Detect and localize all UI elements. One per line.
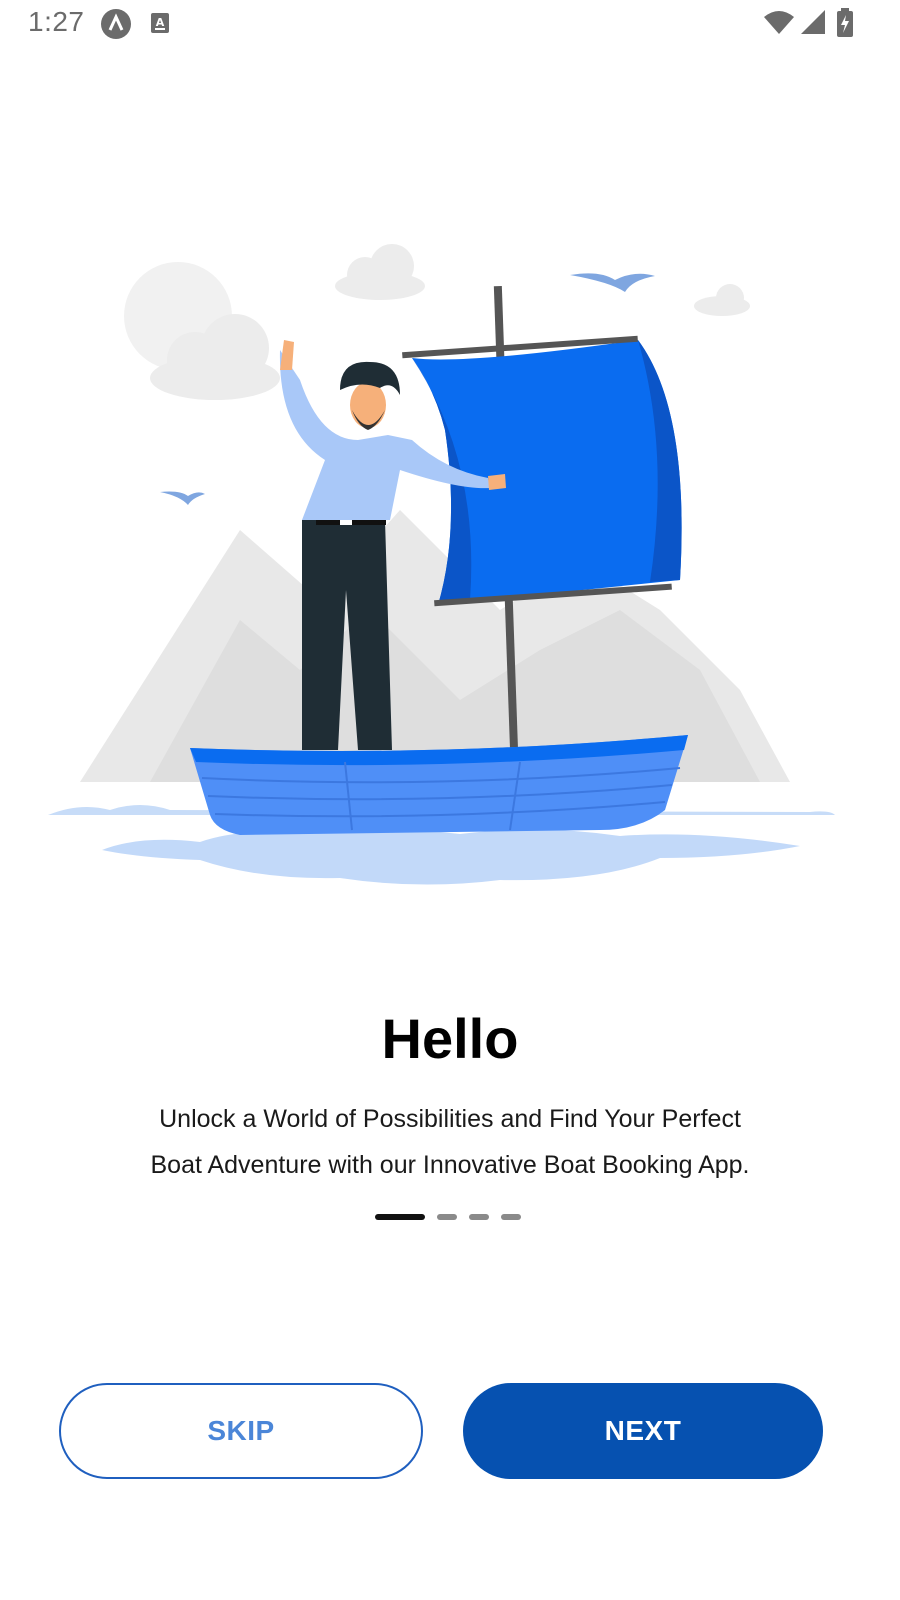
page-indicator-dot-active <box>375 1214 425 1220</box>
battery-charging-icon <box>837 8 853 37</box>
keyboard-icon: A <box>151 13 169 33</box>
cell-signal-icon <box>801 10 825 34</box>
man-on-sailboat-illustration <box>48 244 835 885</box>
svg-text:A: A <box>156 16 165 29</box>
next-button-label: NEXT <box>604 1415 682 1446</box>
wifi-icon <box>764 11 794 34</box>
status-time: 1:27 <box>28 6 85 37</box>
onboarding-title: Hello <box>381 1007 519 1070</box>
description-line-2: Boat Adventure with our Innovative Boat … <box>150 1151 750 1179</box>
skip-button[interactable]: SKIP <box>59 1383 423 1479</box>
page-indicator-dot <box>437 1214 457 1220</box>
onboarding-description: Unlock a World of Possibilities and Find… <box>100 1096 800 1188</box>
page-indicator-dot <box>469 1214 489 1220</box>
description-line-1: Unlock a World of Possibilities and Find… <box>159 1105 741 1133</box>
app-notification-icon <box>101 9 131 39</box>
page-indicator <box>0 1214 900 1222</box>
next-button[interactable]: NEXT <box>463 1383 823 1479</box>
status-bar: 1:27 A <box>0 0 900 48</box>
skip-button-label: SKIP <box>207 1415 275 1446</box>
page-indicator-dot <box>501 1214 521 1220</box>
